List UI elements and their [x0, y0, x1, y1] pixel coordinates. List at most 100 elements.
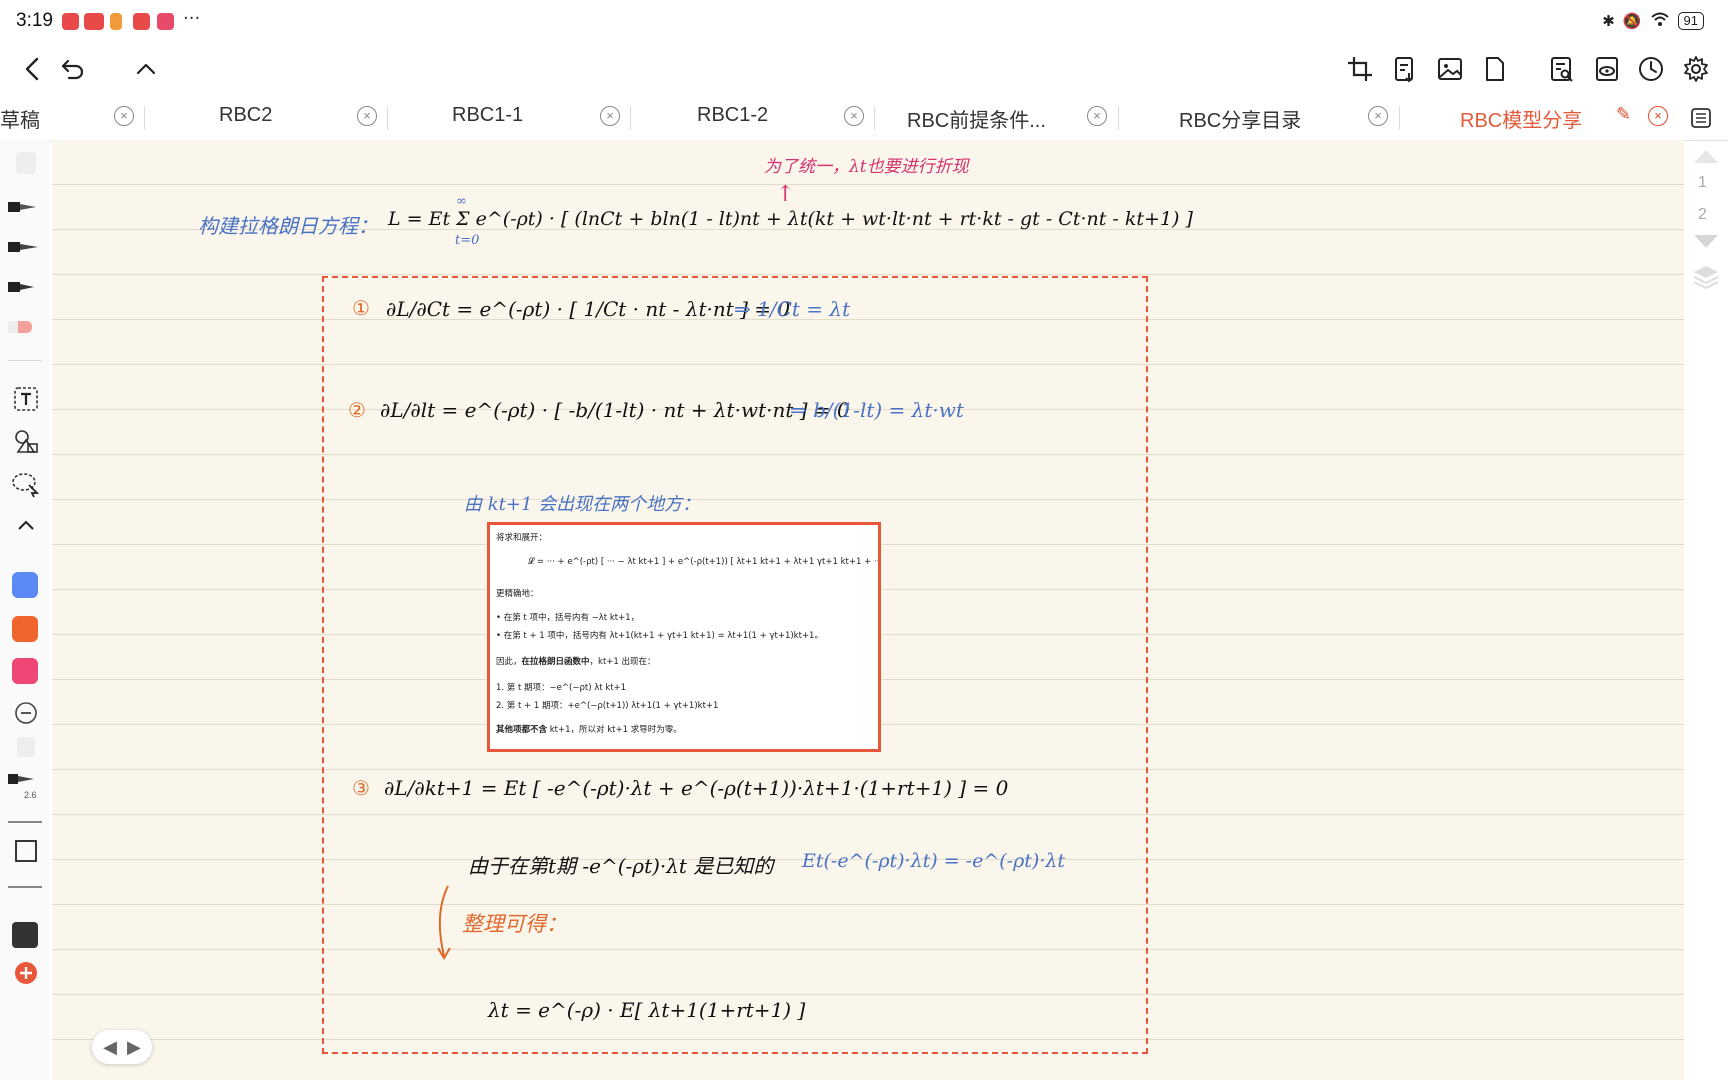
ballpoint-icon	[8, 282, 34, 292]
tab-rbc-model-share[interactable]: RBC模型分享 ✎ ×	[1400, 96, 1670, 140]
crop-icon	[1348, 57, 1372, 81]
tab-list-button[interactable]	[1690, 96, 1720, 140]
foc-labor-result: ⇒ b/(1-lt) = λt·wt	[790, 398, 964, 422]
insert-image-button[interactable]	[1433, 52, 1467, 86]
page-button[interactable]	[1478, 52, 1512, 86]
shapes-tool[interactable]	[6, 424, 46, 458]
shot-line: 因此，在拉格朗日函数中，kt+1 出现在：	[496, 655, 656, 667]
history-button[interactable]	[1634, 52, 1668, 86]
known-result: Et(-e^(-ρt)·λt) = -e^(-ρt)·λt	[802, 850, 1066, 872]
export-button[interactable]	[1388, 52, 1422, 86]
notification-icon	[133, 13, 150, 30]
page-scroll-control[interactable]: ◀ ▶	[92, 1030, 152, 1064]
triangle-left-icon[interactable]: ◀	[103, 1037, 117, 1058]
search-document-button[interactable]	[1545, 52, 1579, 86]
rectangle-tool[interactable]	[6, 834, 46, 868]
page-icon	[1486, 57, 1504, 81]
close-icon[interactable]: ×	[1368, 106, 1388, 126]
eraser-icon	[17, 737, 35, 757]
rail-divider	[8, 360, 42, 361]
tab-rbc-share-catalog[interactable]: RBC分享目录 ×	[1119, 96, 1400, 140]
plus-circle-icon	[15, 962, 37, 984]
settings-button[interactable]	[1679, 52, 1713, 86]
pen-tool[interactable]	[6, 230, 46, 264]
fountain-pen-icon	[8, 202, 36, 212]
foc-capital: ∂L/∂kt+1 = Et [ -e^(-ρt)·λt + e^(-ρ(t+1)…	[384, 776, 1009, 800]
lasso-tool[interactable]	[6, 468, 46, 502]
clock-icon	[1639, 57, 1663, 81]
tab-label: RBC模型分享	[1460, 110, 1583, 132]
page-up-icon[interactable]	[1691, 146, 1721, 166]
eraser-icon	[16, 152, 36, 174]
chevron-up-icon	[136, 63, 156, 75]
stroke-width-indicator	[8, 821, 42, 823]
notification-icon	[84, 13, 104, 30]
undo-button[interactable]	[56, 52, 90, 86]
status-bar: 3:19 ··· ✱ 🔕 91	[0, 0, 1728, 44]
bluetooth-icon: ✱	[1602, 12, 1615, 30]
close-icon[interactable]: ×	[1648, 106, 1668, 126]
tab-bar: 草稿 × RBC2 × RBC1-1 × RBC1-2 × RBC前提条件...…	[0, 96, 1728, 141]
gear-icon	[1684, 56, 1708, 82]
shot-line: 其他项都不含 kt+1，所以对 kt+1 求导时为零。	[496, 723, 682, 735]
color-swatch-black[interactable]	[12, 922, 38, 948]
chevron-left-icon	[25, 57, 39, 81]
text-tool[interactable]	[6, 382, 46, 416]
layers-icon[interactable]	[1691, 262, 1721, 292]
eraser-tool-secondary[interactable]	[6, 730, 46, 764]
sum-lower-limit: t=0	[455, 233, 480, 248]
color-swatch-pink[interactable]	[12, 658, 38, 684]
color-swatch-blue[interactable]	[12, 572, 38, 598]
tab-rbc2[interactable]: RBC2 ×	[145, 96, 388, 140]
highlighter-tool[interactable]	[6, 310, 46, 344]
close-icon[interactable]: ×	[844, 106, 864, 126]
fountain-pen-tool[interactable]	[6, 190, 46, 224]
chevron-up-icon	[18, 520, 34, 530]
curved-arrow-icon	[437, 885, 451, 960]
edit-icon[interactable]: ✎	[1616, 104, 1631, 125]
back-button[interactable]	[16, 52, 50, 86]
square-icon	[15, 840, 37, 862]
tab-label: RBC分享目录	[1179, 110, 1302, 132]
triangle-right-icon[interactable]: ▶	[127, 1037, 141, 1058]
tab-draft[interactable]: 草稿 ×	[0, 96, 145, 140]
shot-item: 2. 第 t + 1 期项：+e^(−ρ(t+1)) λt+1(1 + γt+1…	[496, 701, 719, 711]
page-down-icon[interactable]	[1691, 232, 1721, 252]
crop-button[interactable]	[1343, 52, 1377, 86]
close-icon[interactable]: ×	[357, 106, 377, 126]
ballpoint-tool[interactable]	[6, 270, 46, 304]
tab-rbc-prerequisites[interactable]: RBC前提条件... ×	[875, 96, 1119, 140]
pasted-screenshot[interactable]: 将求和展开： 𝓛 = ··· + e^(-ρt) [ ··· − λt kt+1…	[487, 522, 881, 752]
collapse-toolbar-button[interactable]	[129, 52, 163, 86]
shapes-icon	[15, 430, 38, 453]
status-icons: ✱ 🔕 91	[1602, 11, 1704, 31]
tab-rbc1-2[interactable]: RBC1-2 ×	[631, 96, 875, 140]
tab-rbc1-1[interactable]: RBC1-1 ×	[388, 96, 631, 140]
battery-indicator: 91	[1677, 12, 1704, 30]
shot-item: 1. 第 t 期项：−e^(−ρt) λt kt+1	[496, 683, 627, 693]
notification-icon	[62, 13, 79, 30]
read-mode-button[interactable]	[1590, 52, 1624, 86]
zoom-out-button[interactable]	[6, 696, 46, 730]
tab-label: RBC1-2	[697, 104, 769, 126]
status-time: 3:19	[16, 10, 53, 31]
lagrangian-label: 构建拉格朗日方程：	[198, 214, 378, 238]
collapse-tools-button[interactable]	[6, 508, 46, 542]
close-icon[interactable]: ×	[600, 106, 620, 126]
sum-upper-limit: ∞	[456, 194, 467, 209]
shot-text: kt+1，所以对 kt+1 求导时为零。	[547, 725, 682, 735]
close-icon[interactable]: ×	[114, 106, 134, 126]
color-swatch-orange[interactable]	[12, 616, 38, 642]
eraser-tool[interactable]	[6, 146, 46, 180]
known-remark: 由于在第t期 -e^(-ρt)·λt 是已知的	[468, 854, 774, 878]
add-color-button[interactable]	[6, 956, 46, 990]
lagrangian-equation: L = Et Σ e^(-ρt) · [ (lnCt + bln(1 - lt)…	[388, 208, 1193, 230]
note-kt1: 由 kt+1 会出现在两个地方：	[464, 494, 701, 515]
page-number[interactable]: 2	[1698, 206, 1707, 224]
foc-consumption: ∂L/∂Ct = e^(-ρt) · [ 1/Ct · nt - λt·nt ]…	[386, 297, 791, 321]
page-number[interactable]: 1	[1698, 174, 1707, 192]
foc-consumption-result: ⇒ 1/Ct = λt	[734, 297, 851, 321]
close-icon[interactable]: ×	[1087, 106, 1107, 126]
notification-icon	[157, 13, 174, 30]
shot-formula: 𝓛 = ··· + e^(-ρt) [ ··· − λt kt+1 ] + e^…	[528, 557, 881, 567]
